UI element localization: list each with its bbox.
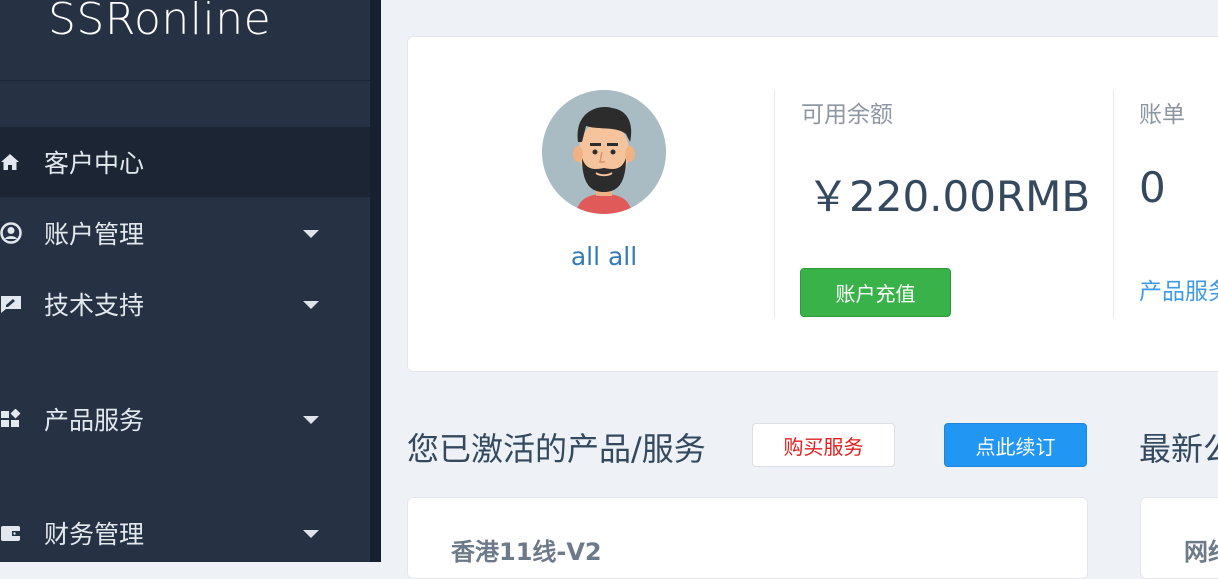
sidebar-divider: [370, 0, 381, 562]
sidebar-item-label: 账户管理: [44, 220, 145, 249]
card-divider: [774, 90, 775, 318]
chevron-down-icon: [303, 230, 319, 238]
account-summary-card: all all 可用余额 ￥220.00RMB 账户充值 账单 0 产品服务: [407, 36, 1218, 372]
bearded-man-avatar-icon[interactable]: [542, 90, 666, 214]
sidebar: SSRonline 客户中心 账户管理 技术支持 产品服务 财务管理: [0, 0, 370, 562]
announcements-panel: 网络: [1140, 497, 1218, 579]
balance-value: ￥220.00RMB: [807, 172, 1091, 221]
sidebar-item-label: 技术支持: [44, 291, 145, 320]
renew-button[interactable]: 点此续订: [944, 423, 1087, 467]
sidebar-item-label: 产品服务: [44, 406, 145, 435]
card-divider: [1113, 90, 1114, 318]
brand[interactable]: SSRonline: [0, 0, 370, 81]
sidebar-item-label: 客户中心: [44, 149, 145, 178]
buy-service-button[interactable]: 购买服务: [752, 423, 895, 467]
sidebar-item-account[interactable]: 账户管理: [0, 198, 370, 268]
chevron-down-icon: [303, 301, 319, 309]
support-ticket-icon: [0, 293, 22, 315]
chevron-down-icon: [303, 530, 319, 538]
sidebar-item-client-center[interactable]: 客户中心: [0, 127, 370, 197]
bills-count: 0: [1139, 163, 1166, 212]
recharge-button[interactable]: 账户充值: [800, 268, 951, 317]
chevron-down-icon: [303, 416, 319, 424]
product-services-link[interactable]: 产品服务: [1139, 272, 1218, 306]
balance-label: 可用余额: [801, 102, 893, 128]
announcements-title: 最新公告: [1139, 430, 1218, 468]
wallet-icon: [0, 522, 22, 544]
sidebar-item-support[interactable]: 技术支持: [0, 269, 370, 339]
active-services-title: 您已激活的产品/服务: [407, 430, 706, 468]
brand-logo-text[interactable]: SSRonline: [48, 0, 271, 45]
user-circle-icon: [0, 222, 22, 244]
sidebar-item-products[interactable]: 产品服务: [0, 384, 370, 454]
cubes-icon: [0, 408, 22, 430]
bills-label: 账单: [1139, 102, 1185, 128]
active-services-panel: 香港11线-V2: [407, 497, 1088, 579]
username-link[interactable]: all all: [528, 242, 680, 271]
sidebar-item-label: 财务管理: [44, 520, 145, 549]
home-icon: [0, 151, 22, 173]
sidebar-item-finance[interactable]: 财务管理: [0, 498, 370, 568]
